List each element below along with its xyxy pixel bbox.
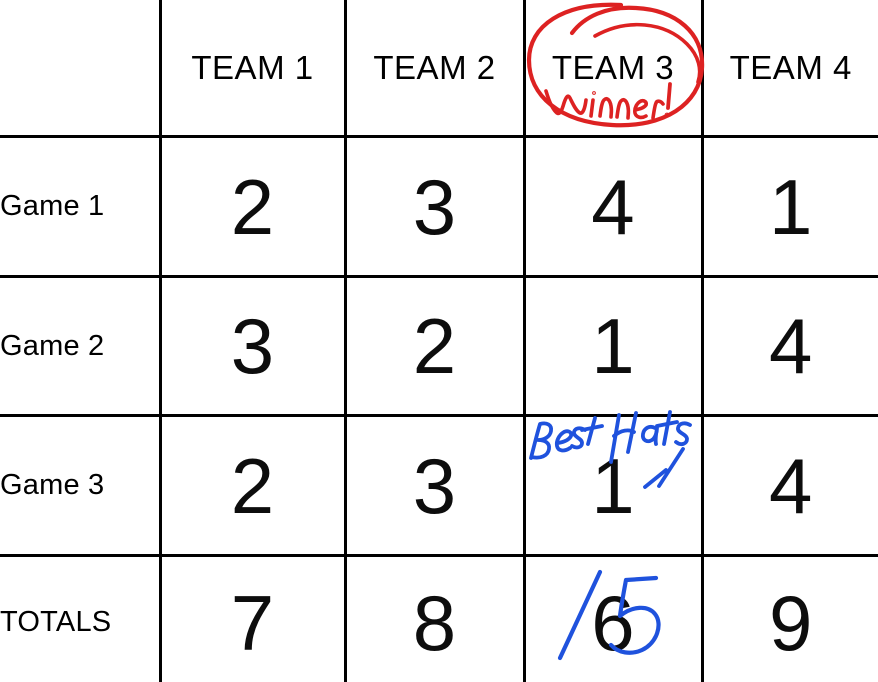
table-row: Game 1 2 3 4 1 — [0, 136, 878, 278]
row-label-game-3: Game 3 — [0, 415, 162, 557]
row-label-totals: TOTALS — [0, 555, 162, 682]
column-header-team-3: TEAM 3 — [524, 0, 704, 138]
table-row: Game 3 2 3 1 4 — [0, 415, 878, 557]
column-header-team-4: TEAM 4 — [702, 0, 878, 138]
score-game-3-team-3: 1 — [524, 415, 704, 557]
score-game-1-team-3: 4 — [524, 136, 704, 278]
total-team-4: 9 — [702, 555, 878, 682]
row-label-game-2: Game 2 — [0, 276, 162, 417]
corner-cell — [0, 0, 162, 138]
column-header-team-2: TEAM 2 — [345, 0, 526, 138]
score-game-3-team-4: 4 — [702, 415, 878, 557]
score-game-3-team-2: 3 — [345, 415, 526, 557]
row-label-game-1: Game 1 — [0, 136, 162, 278]
total-team-3: 6 — [524, 555, 704, 682]
score-game-1-team-2: 3 — [345, 136, 526, 278]
score-game-3-team-1: 2 — [160, 415, 347, 557]
table-row: Game 2 3 2 1 4 — [0, 276, 878, 417]
score-game-2-team-2: 2 — [345, 276, 526, 417]
score-game-2-team-4: 4 — [702, 276, 878, 417]
table-header-row: TEAM 1 TEAM 2 TEAM 3 TEAM 4 — [0, 0, 878, 138]
total-team-2: 8 — [345, 555, 526, 682]
total-team-1: 7 — [160, 555, 347, 682]
score-game-1-team-4: 1 — [702, 136, 878, 278]
score-game-2-team-1: 3 — [160, 276, 347, 417]
score-game-1-team-1: 2 — [160, 136, 347, 278]
column-header-team-1: TEAM 1 — [160, 0, 347, 138]
scoreboard-table: TEAM 1 TEAM 2 TEAM 3 TEAM 4 Game 1 2 3 4… — [0, 0, 878, 682]
table-row-totals: TOTALS 7 8 6 9 — [0, 555, 878, 682]
scoreboard-screenshot: TEAM 1 TEAM 2 TEAM 3 TEAM 4 Game 1 2 3 4… — [0, 0, 878, 682]
score-game-2-team-3: 1 — [524, 276, 704, 417]
